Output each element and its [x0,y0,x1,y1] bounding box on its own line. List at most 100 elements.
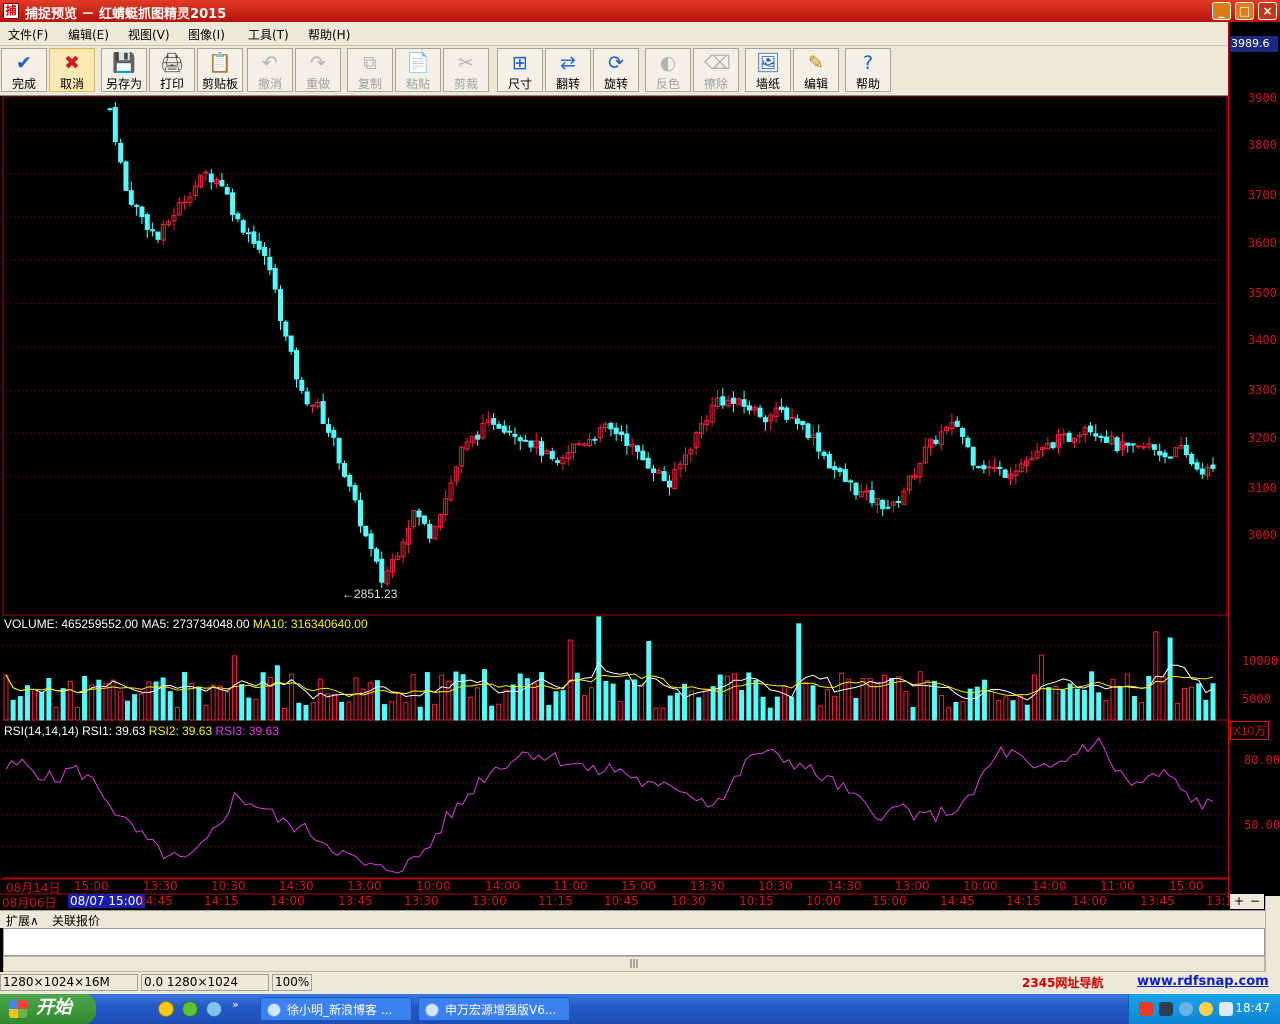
volume-icon[interactable] [1219,1002,1233,1016]
system-tray: 18:47 [1128,994,1280,1024]
date-label: 15:00 [872,894,907,908]
flip-icon: ⇄ [560,52,576,74]
volume-bar [182,672,188,721]
toolbar-label: 反色 [655,77,680,91]
volume-bar [1024,704,1030,721]
candle-body [320,401,326,424]
date-label: 14:45 [940,894,975,908]
toolbar-button-4[interactable]: 📋 剪贴板 [197,48,243,92]
volume-bar [924,680,930,721]
network-icon[interactable] [1179,1002,1193,1016]
candle-body [741,399,747,407]
candle-body [235,213,241,220]
minimize-button[interactable]: _ [1212,2,1231,20]
volume-bar [739,689,745,721]
date-label: 10:45 [604,894,639,908]
tab-related-quote[interactable]: 关联报价 [52,912,100,929]
toolbar-button-17[interactable]: ? 帮助 [845,48,891,92]
menu-view[interactable]: 视图(V) [128,26,170,43]
volume-bar [617,700,623,721]
volume-bar [224,691,230,721]
tab-expand[interactable]: 扩展∧ [6,912,39,929]
volume-tick: 10000 [1242,654,1279,668]
qq-icon[interactable] [1199,1002,1213,1016]
date-label: 13:30 [404,894,439,908]
toolbar-button-16[interactable]: ✎ 编辑 [793,48,839,92]
toolbar-label: 粘贴 [405,77,430,91]
menu-image[interactable]: 图像(I) [188,26,225,43]
cursor-coords: 0.0 1280×1024 [141,974,269,991]
volume-bar [639,684,645,721]
quicklaunch-ie-icon[interactable] [206,1001,222,1017]
toolbar-button-15[interactable]: 🖼 墙纸 [745,48,791,92]
toolbar-label: 重做 [305,77,330,91]
candle-body [981,464,987,470]
link-rdfsnap[interactable]: www.rdfsnap.com [1137,974,1269,989]
maximize-button[interactable]: □ [1235,2,1254,20]
volume-bar [1117,687,1123,721]
candle-body [555,460,561,464]
volume-bar [253,698,259,721]
toolbar: ✔ 完成 ✖ 取消 💾 另存为 🖨 打印 📋 剪贴板 ↶ 撤消 ↷ 重做 ⧉ 复制 📄 粘贴 ✂ 剪裁 ⊞ 尺寸 ⇄ 翻转 ⟳ 旋… [0,46,1228,96]
volume-bar [1174,702,1180,721]
volume-bar [210,684,216,721]
candle-body [613,427,619,435]
candle-body [954,420,960,427]
toolbar-button-12[interactable]: ⟳ 旋转 [593,48,639,92]
volume-bar [324,693,330,721]
horizontal-scrollbar[interactable]: ||| [3,956,1265,972]
candle-body [1194,462,1200,470]
candle-body [139,206,145,218]
candle-body [357,499,363,527]
volume-bar [239,684,245,721]
price-tick: 3000 [1248,528,1277,542]
candle-body [293,349,299,380]
toolbar-button-10[interactable]: ⊞ 尺寸 [497,48,543,92]
quicklaunch-game-icon[interactable] [158,1001,174,1017]
volume-bar [439,674,445,721]
menu-help[interactable]: 帮助(H) [308,26,350,43]
volume-ma5: MA5: 273734048.00 [141,617,250,631]
date-label: 14:00 [1072,894,1107,908]
vertical-scrollbar[interactable] [1265,896,1280,972]
menu-tools[interactable]: 工具(T) [248,26,289,43]
volume-bar [710,686,716,721]
quicklaunch-more-icon[interactable]: » [232,998,239,1011]
volume-bar [3,674,9,721]
candle-body [789,416,795,419]
link-2345[interactable]: 2345网址导航 [1022,974,1103,991]
toolbar-label: 取消 [59,77,84,91]
volume-bar [332,694,338,721]
start-button[interactable]: 开始 [0,994,96,1024]
quicklaunch-browser-icon[interactable] [182,1001,198,1017]
zoom-out-button[interactable]: − [1250,894,1260,908]
toolbar-label: 擦除 [703,77,728,91]
close-button[interactable]: × [1258,2,1277,20]
menu-file[interactable]: 文件(F) [8,26,48,43]
toolbar-button-0[interactable]: ✔ 完成 [1,48,47,92]
volume-bar [910,707,916,721]
candle-body [123,161,129,191]
date-label: 11:15 [538,894,573,908]
zoom-in-button[interactable]: + [1234,894,1244,908]
toolbar-button-11[interactable]: ⇄ 翻转 [545,48,591,92]
volume-bar [753,679,759,721]
date-label: 10:30 [671,894,706,908]
sogou-input-icon[interactable] [1139,1002,1153,1016]
toolbar-button-2[interactable]: 💾 另存为 [101,48,147,92]
candle-body [576,443,582,446]
candle-body [778,406,784,411]
toolbar-label: 翻转 [555,77,580,91]
volume-bar [103,683,109,721]
toolbar-button-3[interactable]: 🖨 打印 [149,48,195,92]
toolbar-button-1[interactable]: ✖ 取消 [49,48,95,92]
input-method-icon[interactable] [1159,1002,1173,1016]
date-label: 15:00 [1169,879,1204,893]
candle-body [352,485,358,501]
toolbar-label: 尺寸 [507,77,532,91]
menu-edit[interactable]: 编辑(E) [68,26,109,43]
candle-body [997,466,1003,469]
task-item-shenwan[interactable]: 申万宏源增强版V6... [418,997,570,1021]
task-item-sina-blog[interactable]: 徐小明_新浪博客 ... [260,997,412,1021]
zoom-controls: + − [1230,894,1264,909]
